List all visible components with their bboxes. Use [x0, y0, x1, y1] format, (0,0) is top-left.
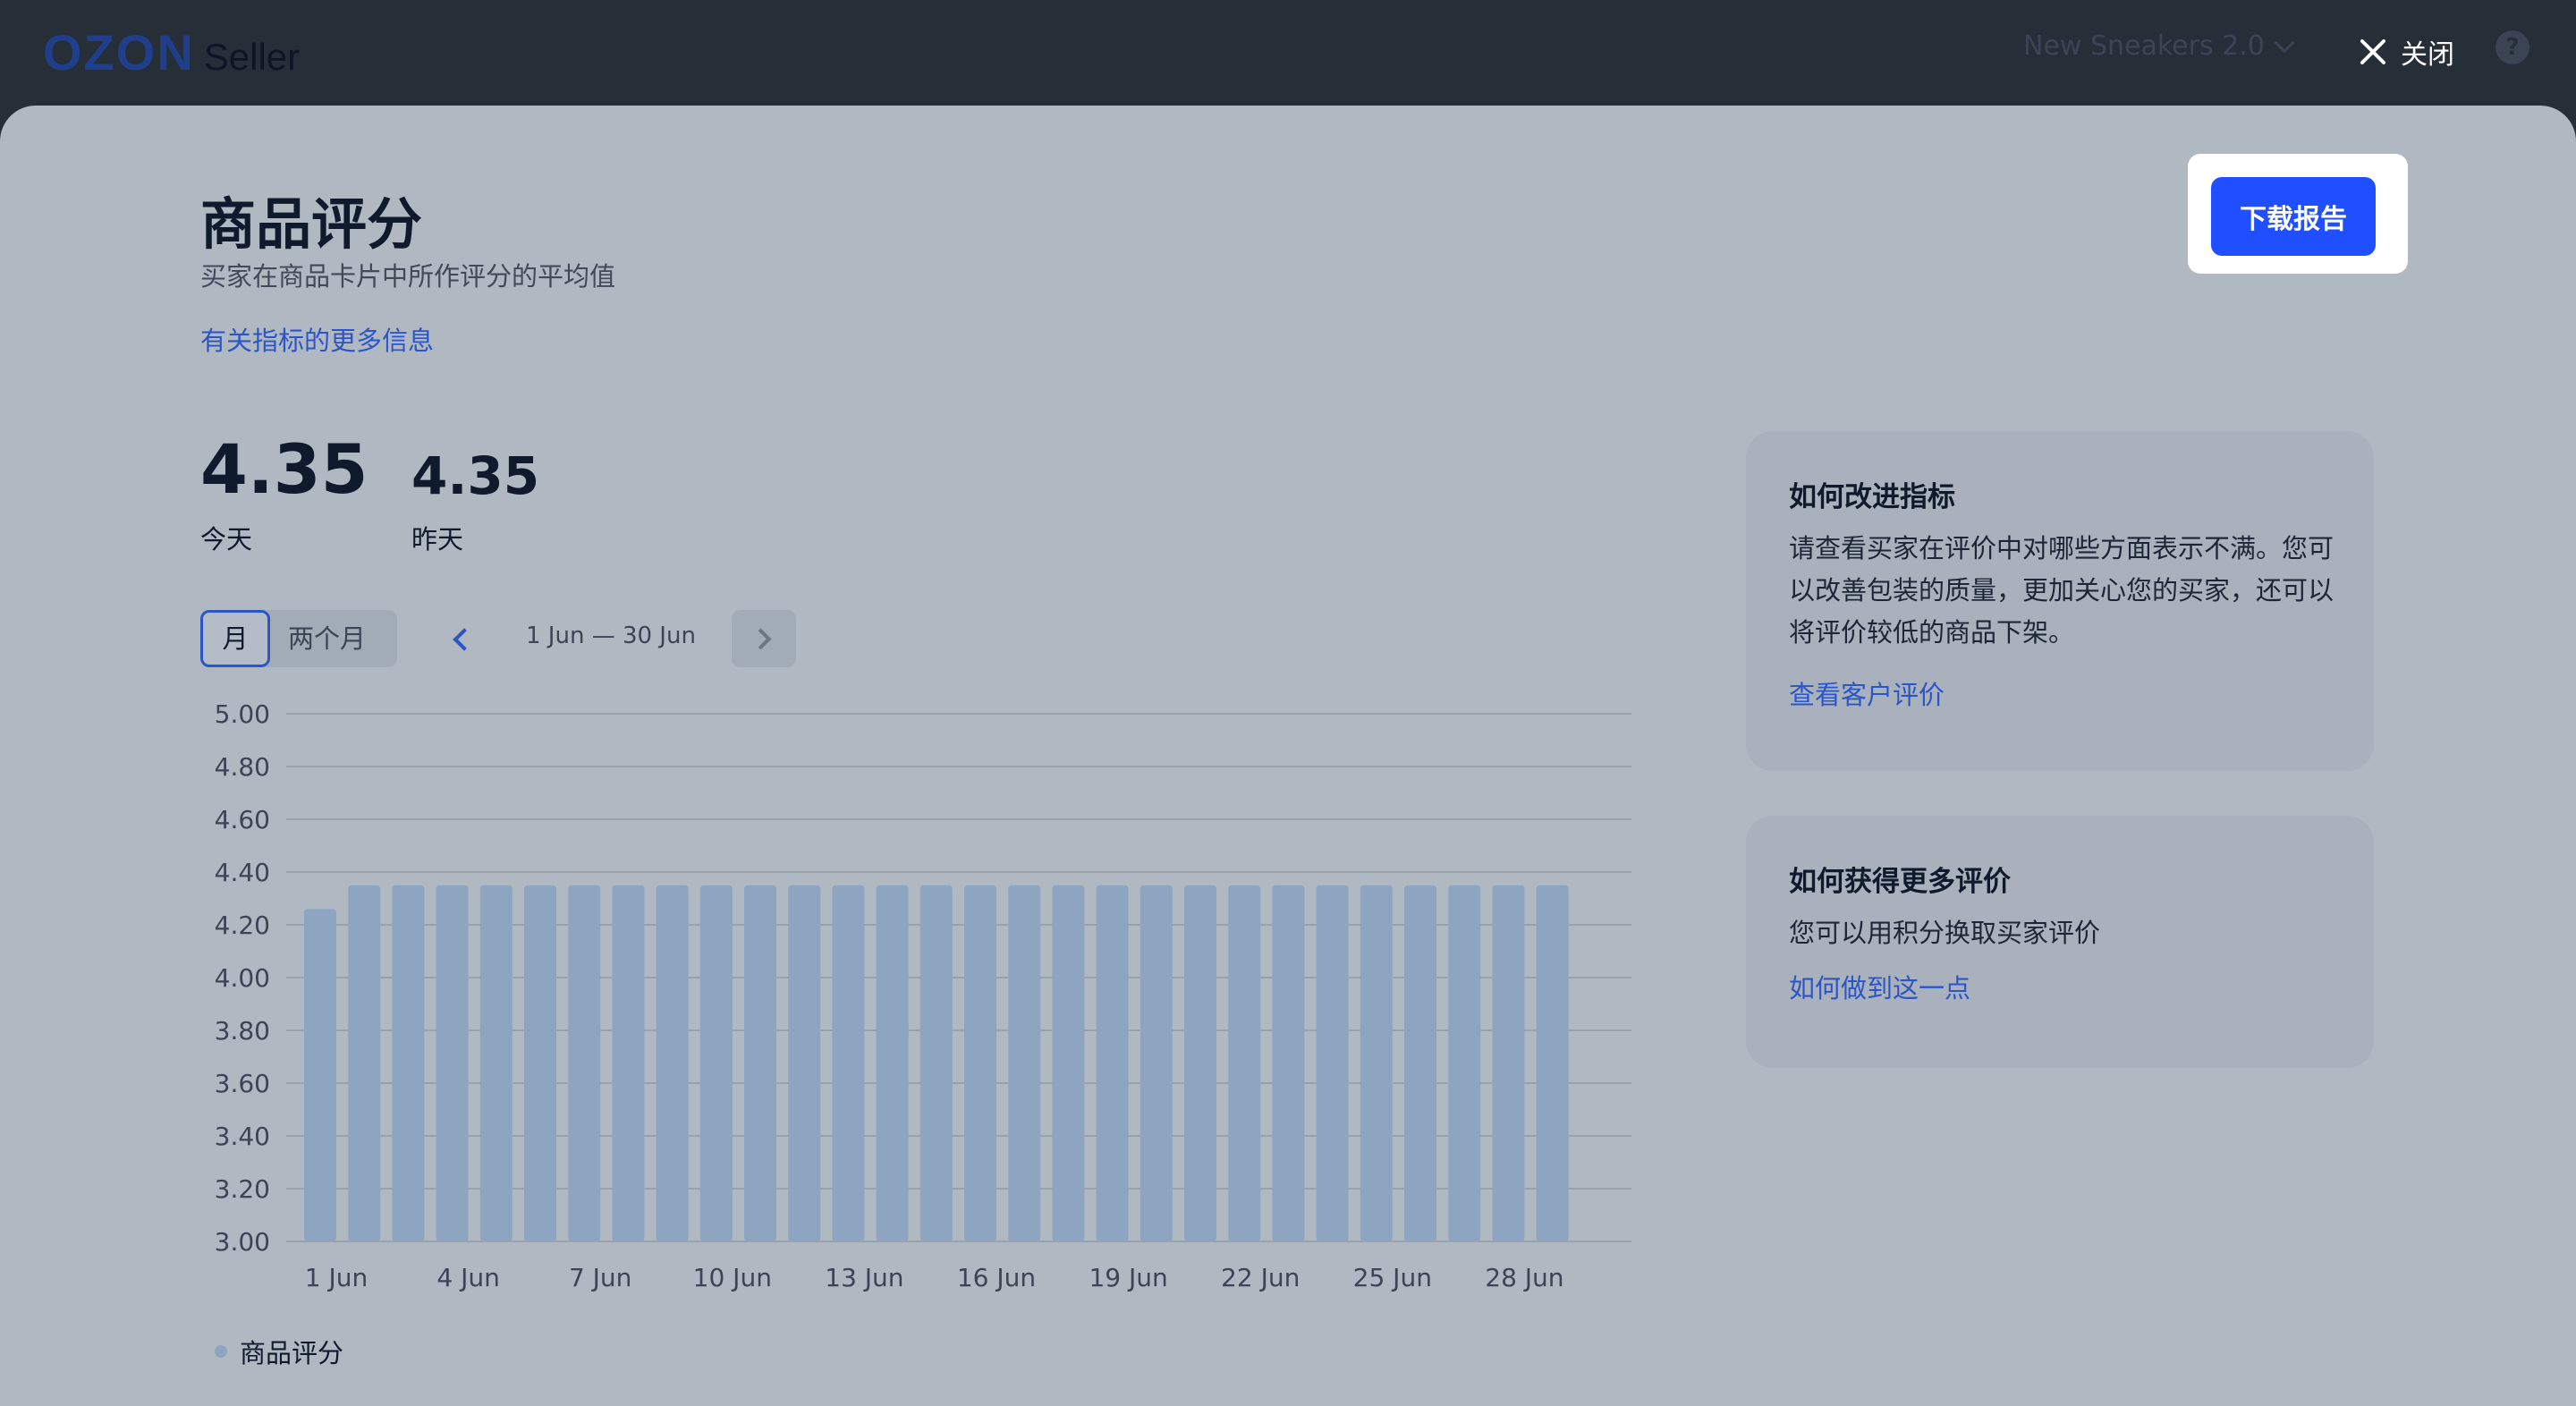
bar [1096, 885, 1129, 1241]
bar [656, 885, 689, 1241]
card-title: 如何改进指标 [1789, 481, 1955, 513]
bar [1228, 885, 1261, 1241]
y-tick-label: 5.00 [215, 699, 270, 729]
rating-bar-chart: 5.00 4.80 4.60 4.40 4.20 4.00 3.80 3.60 3.40 3.20… [215, 699, 1631, 1292]
bar [524, 885, 556, 1241]
bar [436, 885, 469, 1241]
y-tick-label: 3.40 [215, 1122, 270, 1151]
download-report-button[interactable]: 下载报告 [2211, 177, 2376, 256]
x-tick-label: 7 Jun [569, 1263, 631, 1292]
legend-label: 商品评分 [240, 1338, 344, 1368]
bar [392, 885, 425, 1241]
bar [304, 909, 336, 1241]
bar [1184, 885, 1216, 1241]
bar [744, 885, 776, 1241]
x-tick-label: 10 Jun [693, 1263, 772, 1292]
x-tick-label: 16 Jun [957, 1263, 1036, 1292]
bar [612, 885, 645, 1241]
bar [1404, 885, 1436, 1241]
x-tick-label: 25 Jun [1353, 1263, 1432, 1292]
bar [1492, 885, 1525, 1241]
chevron-down-icon [2274, 32, 2295, 53]
help-icon[interactable]: ? [2496, 30, 2529, 64]
bar [832, 885, 865, 1241]
close-label: 关闭 [2401, 39, 2454, 71]
bar [919, 885, 953, 1241]
bar [1360, 885, 1393, 1241]
bar [876, 885, 909, 1241]
close-icon [2358, 37, 2388, 67]
bar [1052, 885, 1085, 1241]
bar [568, 885, 601, 1241]
bar [699, 885, 733, 1241]
close-button[interactable]: 关闭 [2358, 32, 2454, 72]
card-title: 如何获得更多评价 [1789, 866, 2011, 898]
y-tick-label: 3.80 [215, 1016, 270, 1046]
y-tick-label: 4.60 [215, 805, 270, 834]
x-tick-label: 28 Jun [1485, 1263, 1563, 1292]
bar [788, 885, 821, 1241]
x-tick-label: 19 Jun [1089, 1263, 1167, 1292]
bar [1272, 885, 1305, 1241]
bar [1448, 885, 1481, 1241]
bar [1008, 885, 1041, 1241]
bar [964, 885, 996, 1241]
x-tick-label: 13 Jun [825, 1263, 903, 1292]
bar [479, 885, 513, 1241]
bar [348, 885, 381, 1241]
y-tick-label: 4.40 [215, 858, 270, 887]
y-tick-label: 3.20 [215, 1174, 270, 1204]
x-tick-label: 22 Jun [1221, 1263, 1300, 1292]
y-tick-label: 4.80 [215, 752, 270, 782]
store-selector[interactable]: New Sneakers 2.0 [2023, 30, 2295, 62]
y-tick-label: 3.00 [215, 1227, 270, 1257]
y-tick-label: 3.60 [215, 1069, 270, 1098]
improve-tip-card: 如何改进指标 请查看买家在评价中对哪些方面表示不满。您可以改善包装的质量，更加关… [1746, 431, 2374, 771]
bar [1536, 885, 1569, 1241]
y-tick-label: 4.20 [215, 911, 270, 940]
card-body: 您可以用积分换取买家评价 [1789, 918, 2101, 948]
legend-swatch [215, 1345, 227, 1358]
x-tick-label: 1 Jun [305, 1263, 368, 1292]
card-body: 请查看买家在评价中对哪些方面表示不满。您可以改善包装的质量，更加关心您的买家，还… [1789, 533, 2334, 648]
download-highlight: 下载报告 [2188, 154, 2408, 274]
view-reviews-link[interactable]: 查看客户评价 [1789, 674, 1945, 712]
store-name: New Sneakers 2.0 [2023, 30, 2265, 62]
how-to-link[interactable]: 如何做到这一点 [1789, 968, 1970, 1005]
reviews-tip-card: 如何获得更多评价 您可以用积分换取买家评价 如何做到这一点 [1746, 816, 2374, 1068]
y-tick-label: 4.00 [215, 963, 270, 993]
bar [1316, 885, 1349, 1241]
bar [1140, 885, 1173, 1241]
x-tick-label: 4 Jun [436, 1263, 499, 1292]
chart-legend: 商品评分 [215, 1333, 343, 1370]
